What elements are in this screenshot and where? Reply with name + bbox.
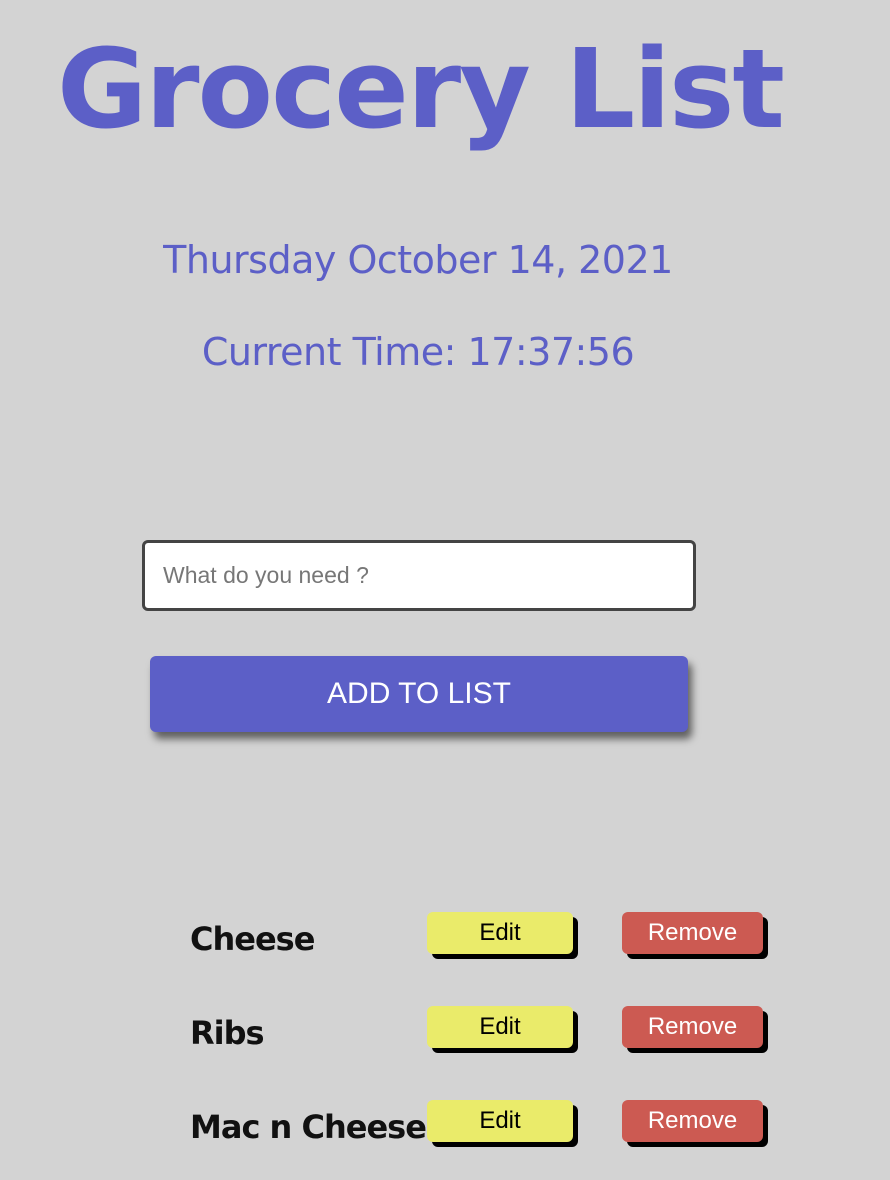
add-to-list-button[interactable]: ADD TO LIST: [150, 656, 688, 732]
remove-button[interactable]: Remove: [622, 912, 763, 954]
edit-button[interactable]: Edit: [427, 1100, 573, 1142]
remove-button[interactable]: Remove: [622, 1100, 763, 1142]
list-item: Mac n Cheese Edit Remove: [0, 1100, 890, 1160]
edit-button[interactable]: Edit: [427, 1006, 573, 1048]
item-input[interactable]: [142, 540, 696, 611]
current-date: Thursday October 14, 2021: [163, 238, 673, 282]
edit-button[interactable]: Edit: [427, 912, 573, 954]
list-item: Ribs Edit Remove: [0, 1006, 890, 1066]
item-name: Ribs: [190, 1014, 265, 1052]
item-name: Cheese: [190, 920, 315, 958]
page-title: Grocery List: [56, 25, 785, 153]
item-name: Mac n Cheese: [190, 1108, 427, 1146]
list-item: Cheese Edit Remove: [0, 912, 890, 972]
current-time: Current Time: 17:37:56: [201, 330, 635, 374]
remove-button[interactable]: Remove: [622, 1006, 763, 1048]
